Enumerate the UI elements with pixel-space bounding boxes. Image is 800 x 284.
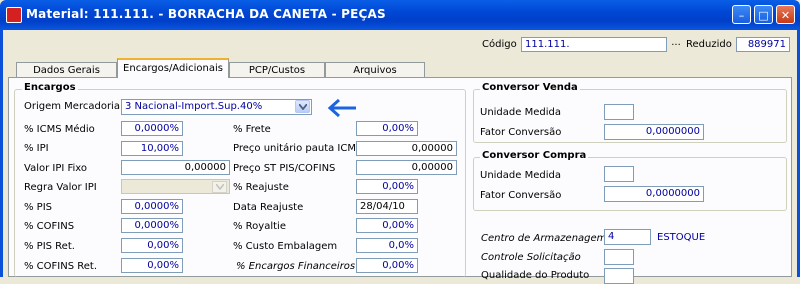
minimize-icon: –: [738, 9, 745, 22]
valor-ipi-fixo-label: Valor IPI Fixo: [24, 163, 88, 174]
custo-embalagem-label: % Custo Embalagem: [233, 241, 338, 252]
reduzido-input[interactable]: 889971: [736, 37, 790, 52]
pointer-arrow-icon: [327, 98, 356, 118]
codigo-input[interactable]: 111.111.: [521, 37, 667, 52]
centro-armazenagem-label: Centro de Armazenagem: [481, 233, 607, 244]
icms-medio-input[interactable]: 0,0000%: [121, 121, 183, 136]
tab-dados-gerais[interactable]: Dados Gerais: [16, 62, 117, 77]
qualidade-produto-input[interactable]: [604, 268, 634, 284]
ipi-input[interactable]: 10,00%: [121, 141, 183, 156]
preco-pauta-label: Preço unitário pauta ICMS: [233, 143, 363, 154]
window-border-left: [0, 30, 3, 277]
centro-armazenagem-input[interactable]: 4: [604, 229, 651, 245]
compra-unidade-input[interactable]: [604, 166, 634, 182]
maximize-icon: □: [758, 9, 769, 22]
custo-embalagem-input[interactable]: 0,0%: [356, 238, 418, 253]
pis-input[interactable]: 0,0000%: [121, 199, 183, 214]
cofins-ret-label: % COFINS Ret.: [24, 261, 97, 272]
dropdown-arrow-icon: [299, 104, 307, 110]
encargos-financeiros-input[interactable]: 0,00%: [356, 258, 418, 273]
royaltie-label: % Royaltie: [233, 221, 286, 232]
royaltie-input[interactable]: 0,00%: [356, 218, 418, 233]
preco-pauta-input[interactable]: 0,00000: [356, 141, 457, 156]
preco-st-label: Preço ST PIS/COFINS: [233, 163, 336, 174]
preco-st-input[interactable]: 0,00000: [356, 160, 457, 175]
valor-ipi-fixo-input[interactable]: 0,00000: [121, 160, 230, 175]
compra-fator-label: Fator Conversão: [480, 190, 562, 201]
ipi-label: % IPI: [24, 143, 49, 154]
conversor-compra-title: Conversor Compra: [480, 150, 589, 161]
reduzido-label: Reduzido: [686, 39, 732, 50]
pis-ret-label: % PIS Ret.: [24, 241, 75, 252]
title-bar: Material: 111.111. - BORRACHA DA CANETA …: [0, 0, 800, 30]
venda-fator-label: Fator Conversão: [480, 127, 562, 138]
cofins-label: % COFINS: [24, 221, 75, 232]
data-reajuste-label: Data Reajuste: [233, 202, 304, 213]
data-reajuste-input[interactable]: 28/04/10: [356, 199, 418, 214]
window-title: Material: 111.111. - BORRACHA DA CANETA …: [26, 7, 386, 21]
venda-fator-input[interactable]: 0,0000000: [604, 124, 704, 140]
pis-ret-input[interactable]: 0,00%: [121, 238, 183, 253]
tab-arquivos[interactable]: Arquivos: [325, 62, 425, 77]
codigo-label: Código: [482, 39, 517, 50]
frete-label: % Frete: [233, 124, 271, 135]
dropdown-arrow-icon: [216, 184, 224, 190]
minimize-button[interactable]: –: [732, 5, 751, 24]
origem-label: Origem Mercadoria: [24, 101, 120, 112]
conversor-venda-title: Conversor Venda: [480, 82, 580, 93]
close-button[interactable]: ✕: [776, 5, 795, 24]
codigo-lookup-button[interactable]: ...: [670, 37, 682, 52]
tab-encargos-adicionais[interactable]: Encargos/Adicionais: [117, 58, 229, 78]
pis-label: % PIS: [24, 202, 53, 213]
cofins-input[interactable]: 0,0000%: [121, 218, 183, 233]
qualidade-produto-label: Qualidade do Produto: [481, 270, 590, 281]
venda-unidade-input[interactable]: [604, 104, 634, 120]
compra-unidade-label: Unidade Medida: [480, 170, 561, 181]
regra-ipi-label: Regra Valor IPI: [24, 182, 97, 193]
close-icon: ✕: [780, 9, 791, 22]
app-icon: [6, 7, 22, 23]
controle-solicitacao-input[interactable]: [604, 249, 634, 265]
centro-armazenagem-name: ESTOQUE: [657, 232, 706, 243]
encargos-financeiros-label: % Encargos Financeiros: [236, 261, 356, 272]
compra-fator-input[interactable]: 0,0000000: [604, 186, 704, 202]
maximize-button[interactable]: □: [754, 5, 773, 24]
tab-pcp-custos[interactable]: PCP/Custos: [229, 62, 325, 77]
venda-unidade-label: Unidade Medida: [480, 107, 561, 118]
encargos-title: Encargos: [22, 82, 78, 93]
regra-ipi-dropdown-button[interactable]: [212, 181, 227, 193]
origem-dropdown-button[interactable]: [295, 100, 310, 113]
cofins-ret-input[interactable]: 0,00%: [121, 258, 183, 273]
icms-medio-label: % ICMS Médio: [24, 124, 95, 135]
origem-select[interactable]: 3 Nacional-Import.Sup.40%: [121, 99, 312, 115]
reajuste-label: % Reajuste: [233, 182, 289, 193]
frete-input[interactable]: 0,00%: [356, 121, 418, 136]
controle-solicitacao-label: Controle Solicitação: [481, 252, 581, 263]
reajuste-input[interactable]: 0,00%: [356, 179, 418, 194]
